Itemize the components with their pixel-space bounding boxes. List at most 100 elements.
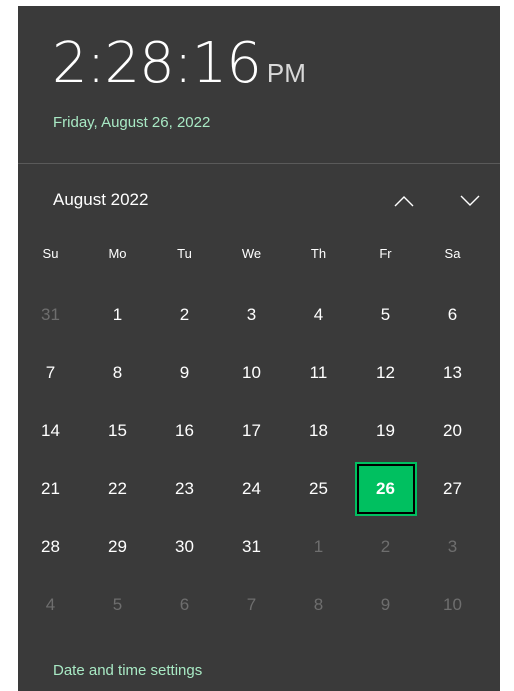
calendar-day[interactable]: 6 [419,286,486,344]
calendar-day-grid: 31 1 2 3 4 5 6 7 8 9 10 11 12 13 14 15 16 17 18 19 20 21 22 23 2… [36,286,504,634]
calendar-day[interactable]: 13 [419,344,486,402]
calendar-day[interactable]: 8 [285,576,352,634]
calendar-day-number: 18 [309,421,328,440]
calendar-day[interactable]: 17 [218,402,285,460]
calendar-day[interactable]: 24 [218,460,285,518]
chevron-down-icon [460,195,480,206]
calendar-day-number: 9 [380,595,391,614]
date-time-settings-link[interactable]: Date and time settings [53,662,202,679]
calendar-day[interactable]: 6 [151,576,218,634]
calendar-day[interactable]: 14 [17,402,84,460]
calendar-day-number: 14 [41,421,60,440]
calendar-day[interactable]: 11 [285,344,352,402]
calendar-day-number: 15 [108,421,127,440]
calendar-day-number: 25 [309,479,328,498]
calendar-day[interactable]: 1 [84,286,151,344]
calendar-day-number: 27 [443,479,462,498]
calendar-day[interactable]: 31 [218,518,285,576]
calendar-day[interactable]: 4 [285,286,352,344]
calendar-day[interactable]: 29 [84,518,151,576]
calendar-day-number: 7 [246,595,257,614]
calendar-day[interactable]: 20 [419,402,486,460]
flyout-panel: 2:28:16 PM Friday, August 26, 2022 August… [18,6,514,691]
calendar-day[interactable]: 2 [352,518,419,576]
calendar-day-number: 1 [112,305,123,324]
calendar-day-number: 6 [179,595,190,614]
previous-month-button[interactable] [386,186,422,216]
calendar-day[interactable]: 5 [84,576,151,634]
weekday-label: Su [42,246,59,261]
calendar-day-number: 29 [108,537,127,556]
calendar-day-number: 2 [380,537,391,556]
calendar-day-number: 1 [313,537,324,556]
calendar-day[interactable]: 19 [352,402,419,460]
calendar-day[interactable]: 15 [84,402,151,460]
calendar-day[interactable]: 27 [419,460,486,518]
calendar-day[interactable]: 25 [285,460,352,518]
calendar-day-number: 5 [112,595,123,614]
calendar-day[interactable]: 2 [151,286,218,344]
calendar-day-number: 23 [175,479,194,498]
calendar-day[interactable]: 1 [285,518,352,576]
long-date-link[interactable]: Friday, August 26, 2022 [53,114,210,131]
calendar-day-number: 6 [447,305,458,324]
calendar-day[interactable]: 30 [151,518,218,576]
calendar-day-number: 4 [45,595,56,614]
calendar-day[interactable]: 12 [352,344,419,402]
calendar-day[interactable]: 31 [17,286,84,344]
calendar-day[interactable]: 21 [17,460,84,518]
calendar-day-number: 26 [354,462,417,516]
weekday-label: Tu [177,246,192,261]
calendar-day-number: 10 [443,595,462,614]
calendar-day-number: 7 [45,363,56,382]
calendar-day[interactable]: 22 [84,460,151,518]
calendar-day-number: 28 [41,537,60,556]
calendar-day-number: 24 [242,479,261,498]
calendar-day-today[interactable]: 26 [352,460,419,518]
next-month-button[interactable] [452,186,488,216]
calendar-day-number: 3 [447,537,458,556]
calendar-day-number: 9 [179,363,190,382]
calendar-day[interactable]: 9 [151,344,218,402]
weekday-label: Fr [379,246,392,261]
calendar-day-number: 8 [112,363,123,382]
background-strip-right [500,0,514,691]
weekday-label: Mo [108,246,127,261]
calendar-day[interactable]: 10 [419,576,486,634]
calendar-day[interactable]: 3 [419,518,486,576]
calendar-day-number: 12 [376,363,395,382]
calendar-day-number: 31 [242,537,261,556]
calendar-day[interactable]: 9 [352,576,419,634]
calendar-day[interactable]: 3 [218,286,285,344]
calendar-day-number: 20 [443,421,462,440]
calendar-day-number: 17 [242,421,261,440]
calendar-day-number: 2 [179,305,190,324]
clock-ampm: PM [266,58,306,88]
calendar-day[interactable]: 4 [17,576,84,634]
weekday-header-row: Su Mo Tu We Th Fr Sa [36,246,504,261]
background-strip-left [0,0,18,691]
month-header-button[interactable]: August 2022 [53,190,148,210]
calendar-day[interactable]: 28 [17,518,84,576]
calendar-day-number: 31 [41,305,60,324]
calendar-day[interactable]: 10 [218,344,285,402]
calendar-day-number: 4 [313,305,324,324]
weekday-label: We [241,246,262,261]
calendar-day[interactable]: 16 [151,402,218,460]
calendar-day[interactable]: 23 [151,460,218,518]
calendar-day-number: 13 [443,363,462,382]
calendar-day-number: 22 [108,479,127,498]
calendar-day[interactable]: 7 [218,576,285,634]
calendar-day[interactable]: 5 [352,286,419,344]
calendar-day[interactable]: 8 [84,344,151,402]
calendar-day[interactable]: 7 [17,344,84,402]
calendar-day-number: 30 [175,537,194,556]
clock-display: 2:28:16 PM [52,36,306,92]
chevron-up-icon [394,196,414,207]
calendar-day-number: 10 [242,363,261,382]
calendar-day-number: 11 [309,363,328,382]
calendar-day[interactable]: 18 [285,402,352,460]
calendar-day-number: 16 [175,421,194,440]
calendar-day-number: 5 [380,305,391,324]
calendar-day-number: 8 [313,595,324,614]
